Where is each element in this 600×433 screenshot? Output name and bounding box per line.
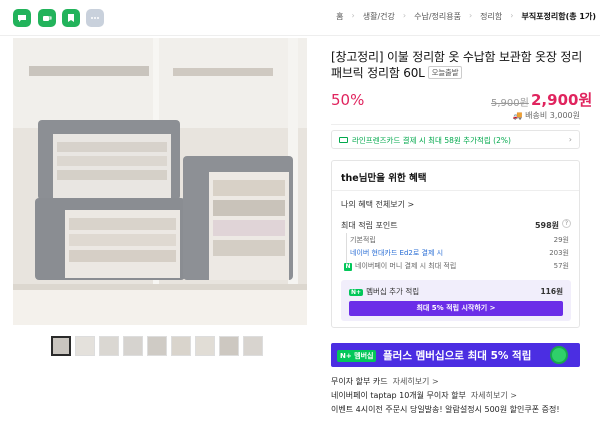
original-price: 5,900원 — [491, 98, 529, 109]
thumbnail[interactable] — [51, 336, 71, 356]
card-icon — [339, 137, 348, 143]
divider — [332, 190, 579, 191]
today-shipping-badge: 오늘출발 — [427, 66, 463, 79]
thumbnail[interactable] — [219, 336, 239, 356]
sale-price: 2,900원 — [531, 91, 593, 109]
membership-banner[interactable]: N+ 멤버십 플러스 멤버십으로 최대 5% 적립 — [331, 343, 580, 367]
coin-icon — [550, 346, 568, 364]
breadcrumb-health[interactable]: 생활/건강 — [363, 11, 395, 22]
benefit-panel: the님만을 위한 혜택 나의 혜택 전체보기 > 최대 적립 포인트 598원… — [331, 160, 580, 328]
thumbnail[interactable] — [243, 336, 263, 356]
coffee-icon[interactable] — [38, 9, 56, 27]
thumbnail[interactable] — [147, 336, 167, 356]
breadcrumb-separator: › — [351, 11, 355, 20]
thumbnail[interactable] — [123, 336, 143, 356]
more-icon[interactable] — [86, 9, 104, 27]
max-points-value: 598원 — [534, 221, 559, 230]
product-image[interactable] — [13, 38, 307, 325]
points-row: 기본적립 — [350, 235, 376, 245]
points-row-value: 29원 — [553, 236, 569, 244]
my-benefits-link[interactable]: 나의 혜택 전체보기 > — [341, 199, 414, 210]
card-promo-text: 라인프렌즈카드 결제 시 최대 58원 추가적립 (2%) — [352, 136, 511, 145]
taptap-line: 네이버페이 taptap 10개월 무이자 할부 자세히보기 > — [331, 390, 517, 401]
membership-label-text: 멤버십 추가 적립 — [366, 287, 420, 296]
breadcrumb: 홈 › 생활/건강 › 수납/정리용품 › 정리함 › 부직포정리함(총 1가) — [336, 11, 596, 22]
event-line[interactable]: 이벤트 4시이전 주문시 당일발송! 알람설정시 500원 할인쿠폰 증정! — [331, 404, 560, 415]
bookmark-icon[interactable] — [62, 9, 80, 27]
breadcrumb-separator: › — [510, 11, 514, 20]
membership-banner-badge: N+ 멤버십 — [337, 350, 377, 362]
breadcrumb-organizer[interactable]: 정리함 — [480, 11, 502, 22]
top-bar: 홈 › 생활/건강 › 수납/정리용품 › 정리함 › 부직포정리함(총 1가) — [0, 0, 600, 36]
storage-boxes-illustration — [13, 38, 307, 325]
tree-line — [346, 233, 347, 263]
points-row[interactable]: N 네이버페이 머니 결제 시 최대 적립 — [344, 261, 456, 271]
benefit-title: the님만을 위한 혜택 — [341, 173, 427, 184]
membership-box: N+ 멤버십 추가 적립 116원 최대 5% 적립 시작하기 > — [341, 280, 571, 321]
divider — [331, 124, 580, 125]
points-row[interactable]: 네이버 현대카드 Ed2로 결제 시 — [350, 248, 443, 258]
product-title: [창고정리] 이불 정리함 옷 수납함 보관함 옷장 정리 패브릭 정리함 60… — [331, 49, 589, 81]
points-row-label: 기본적립 — [350, 236, 376, 244]
breadcrumb-separator: › — [468, 11, 473, 20]
membership-value: 116원 — [540, 287, 563, 296]
installment-card-label: 무이자 할부 카드 — [331, 377, 388, 386]
event-label: 이벤트 4시이전 주문시 당일발송! 알람설정시 500원 할인쿠폰 증정! — [331, 405, 560, 414]
taptap-label: 네이버페이 taptap 10개월 무이자 할부 — [331, 391, 466, 400]
breadcrumb-separator: › — [402, 11, 407, 20]
help-icon[interactable]: ? — [562, 219, 571, 228]
card-promo[interactable]: 라인프렌즈카드 결제 시 최대 58원 추가적립 (2%) › — [331, 130, 580, 149]
breadcrumb-storage[interactable]: 수납/정리용품 — [414, 11, 461, 22]
shipping-fee-text: 배송비 3,000원 — [525, 111, 580, 120]
naverpay-icon: N — [344, 263, 352, 271]
thumbnail[interactable] — [99, 336, 119, 356]
thumbnail[interactable] — [195, 336, 215, 356]
thumbnail-strip — [51, 336, 263, 356]
thumbnail[interactable] — [171, 336, 191, 356]
discount-rate: 50% — [331, 91, 365, 109]
max-points-label: 최대 적립 포인트 — [341, 221, 398, 230]
truck-icon: 🚚 — [512, 111, 526, 120]
points-row-label: 네이버 현대카드 Ed2로 결제 시 — [350, 249, 444, 257]
points-row-label: 네이버페이 머니 결제 시 최대 적립 — [355, 262, 457, 270]
start-membership-button[interactable]: 최대 5% 적립 시작하기 > — [349, 301, 563, 316]
thumbnail[interactable] — [75, 336, 95, 356]
installment-card-line: 무이자 할부 카드 자세히보기 > — [331, 376, 439, 387]
shipping-fee: 🚚 배송비 3,000원 — [513, 110, 580, 121]
points-row-value: 57원 — [553, 262, 569, 270]
points-row-value: 203원 — [549, 249, 569, 257]
membership-banner-text: 플러스 멤버십으로 최대 5% 적립 — [383, 350, 532, 362]
chevron-right-icon: › — [568, 135, 572, 144]
breadcrumb-home[interactable]: 홈 — [336, 11, 343, 22]
membership-label: N+ 멤버십 추가 적립 — [349, 286, 419, 297]
membership-badge: N+ — [349, 289, 364, 296]
chat-icon[interactable] — [13, 9, 31, 27]
breadcrumb-current[interactable]: 부직포정리함(총 1가) — [521, 11, 596, 22]
details-link[interactable]: 자세히보기 > — [471, 391, 517, 400]
details-link[interactable]: 자세히보기 > — [393, 377, 439, 386]
